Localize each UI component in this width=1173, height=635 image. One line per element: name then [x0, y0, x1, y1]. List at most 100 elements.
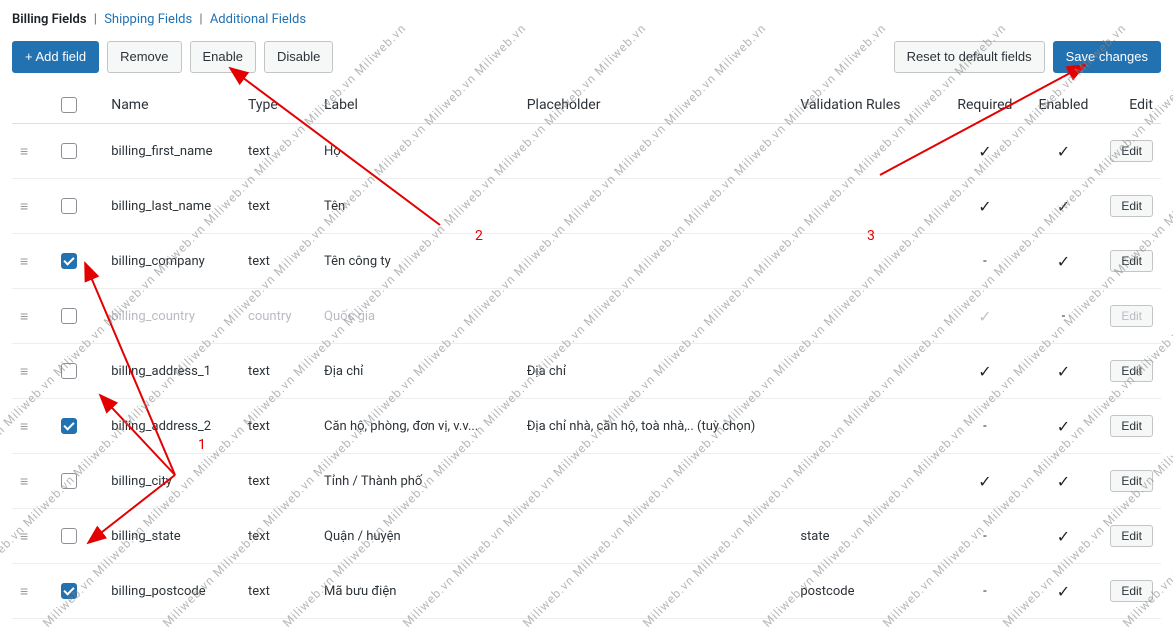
cell-label: Mã bưu điện: [316, 564, 519, 619]
col-placeholder: Placeholder: [519, 87, 793, 124]
cell-type: text: [240, 124, 316, 179]
drag-handle-icon[interactable]: ≡: [20, 143, 28, 160]
edit-button[interactable]: Edit: [1110, 140, 1153, 162]
cell-type: text: [240, 399, 316, 454]
drag-handle-icon[interactable]: ≡: [20, 253, 28, 270]
edit-button[interactable]: Edit: [1110, 250, 1153, 272]
cell-type: country: [240, 289, 316, 344]
edit-button[interactable]: Edit: [1110, 305, 1153, 327]
row-checkbox[interactable]: [61, 363, 77, 379]
cell-validation: [792, 124, 944, 179]
check-icon: ✓: [1057, 527, 1070, 546]
edit-button[interactable]: Edit: [1110, 580, 1153, 602]
col-required: Required: [944, 87, 1025, 124]
cell-name: billing_postcode: [103, 564, 240, 619]
tab-billing[interactable]: Billing Fields: [12, 12, 87, 27]
check-icon: ✓: [1057, 417, 1070, 436]
dash-icon: -: [983, 254, 987, 269]
cell-enabled: ✓: [1025, 234, 1101, 289]
table-row: ≡ billing_address_1 text Địa chỉ Địa chỉ…: [12, 344, 1161, 399]
cell-placeholder: Địa chỉ: [519, 344, 793, 399]
drag-handle-icon[interactable]: ≡: [20, 418, 28, 435]
reset-button[interactable]: Reset to default fields: [894, 41, 1045, 73]
cell-placeholder: [519, 124, 793, 179]
drag-handle-icon[interactable]: ≡: [20, 363, 28, 380]
row-checkbox[interactable]: [61, 253, 77, 269]
table-row: ≡ billing_state text Quận / huyện state …: [12, 509, 1161, 564]
cell-required: ✓: [944, 124, 1025, 179]
drag-handle-icon[interactable]: ≡: [20, 473, 28, 490]
cell-label: Tỉnh / Thành phố: [316, 454, 519, 509]
check-icon: ✓: [1057, 142, 1070, 161]
toolbar: + Add field Remove Enable Disable Reset …: [12, 41, 1161, 73]
cell-validation: [792, 399, 944, 454]
cell-name: billing_country: [103, 289, 240, 344]
edit-button[interactable]: Edit: [1110, 195, 1153, 217]
cell-label: Tên công ty: [316, 234, 519, 289]
cell-enabled: ✓: [1025, 399, 1101, 454]
field-tabs: Billing Fields | Shipping Fields | Addit…: [12, 12, 1161, 27]
drag-handle-icon[interactable]: ≡: [20, 308, 28, 325]
edit-button[interactable]: Edit: [1110, 470, 1153, 492]
col-enabled: Enabled: [1025, 87, 1101, 124]
row-checkbox[interactable]: [61, 418, 77, 434]
check-icon: ✓: [1057, 582, 1070, 601]
cell-validation: [792, 179, 944, 234]
cell-enabled: ✓: [1025, 454, 1101, 509]
cell-enabled: -: [1025, 289, 1101, 344]
cell-validation: [792, 454, 944, 509]
cell-label: Họ: [316, 124, 519, 179]
cell-validation: state: [792, 509, 944, 564]
cell-type: text: [240, 454, 316, 509]
dash-icon: -: [983, 529, 987, 544]
select-all-checkbox[interactable]: [61, 97, 77, 113]
table-row: ≡ billing_postcode text Mã bưu điện post…: [12, 564, 1161, 619]
tab-additional[interactable]: Additional Fields: [210, 12, 306, 27]
save-button[interactable]: Save changes: [1053, 41, 1161, 73]
row-checkbox[interactable]: [61, 473, 77, 489]
cell-name: billing_state: [103, 509, 240, 564]
dash-icon: -: [983, 584, 987, 599]
fields-table: Name Type Label Placeholder Validation R…: [12, 87, 1161, 619]
tab-shipping[interactable]: Shipping Fields: [104, 12, 192, 27]
edit-button[interactable]: Edit: [1110, 525, 1153, 547]
enable-button[interactable]: Enable: [190, 41, 256, 73]
cell-placeholder: [519, 179, 793, 234]
cell-required: -: [944, 399, 1025, 454]
col-type: Type: [240, 87, 316, 124]
cell-label: Quốc gia: [316, 289, 519, 344]
check-icon: ✓: [1057, 252, 1070, 271]
drag-handle-icon[interactable]: ≡: [20, 198, 28, 215]
row-checkbox[interactable]: [61, 308, 77, 324]
cell-enabled: ✓: [1025, 179, 1101, 234]
cell-enabled: ✓: [1025, 344, 1101, 399]
row-checkbox[interactable]: [61, 528, 77, 544]
dash-icon: -: [983, 419, 987, 434]
cell-name: billing_address_2: [103, 399, 240, 454]
table-row: ≡ billing_address_2 text Căn hộ, phòng, …: [12, 399, 1161, 454]
edit-button[interactable]: Edit: [1110, 415, 1153, 437]
col-label: Label: [316, 87, 519, 124]
cell-placeholder: Địa chỉ nhà, căn hộ, toà nhà,.. (tuỳ chọ…: [519, 399, 793, 454]
add-field-button[interactable]: + Add field: [12, 41, 99, 73]
check-icon: ✓: [978, 197, 991, 216]
cell-type: text: [240, 234, 316, 289]
drag-handle-icon[interactable]: ≡: [20, 583, 28, 600]
cell-validation: [792, 234, 944, 289]
remove-button[interactable]: Remove: [107, 41, 181, 73]
cell-required: ✓: [944, 179, 1025, 234]
table-row: ≡ billing_first_name text Họ ✓ ✓ Edit: [12, 124, 1161, 179]
check-icon: ✓: [978, 142, 991, 161]
drag-handle-icon[interactable]: ≡: [20, 528, 28, 545]
table-row: ≡ billing_city text Tỉnh / Thành phố ✓ ✓…: [12, 454, 1161, 509]
check-icon: ✓: [1057, 362, 1070, 381]
cell-placeholder: [519, 564, 793, 619]
row-checkbox[interactable]: [61, 198, 77, 214]
row-checkbox[interactable]: [61, 583, 77, 599]
check-icon: ✓: [978, 307, 991, 326]
table-row: ≡ billing_company text Tên công ty - ✓ E…: [12, 234, 1161, 289]
row-checkbox[interactable]: [61, 143, 77, 159]
edit-button[interactable]: Edit: [1110, 360, 1153, 382]
disable-button[interactable]: Disable: [264, 41, 333, 73]
cell-validation: postcode: [792, 564, 944, 619]
